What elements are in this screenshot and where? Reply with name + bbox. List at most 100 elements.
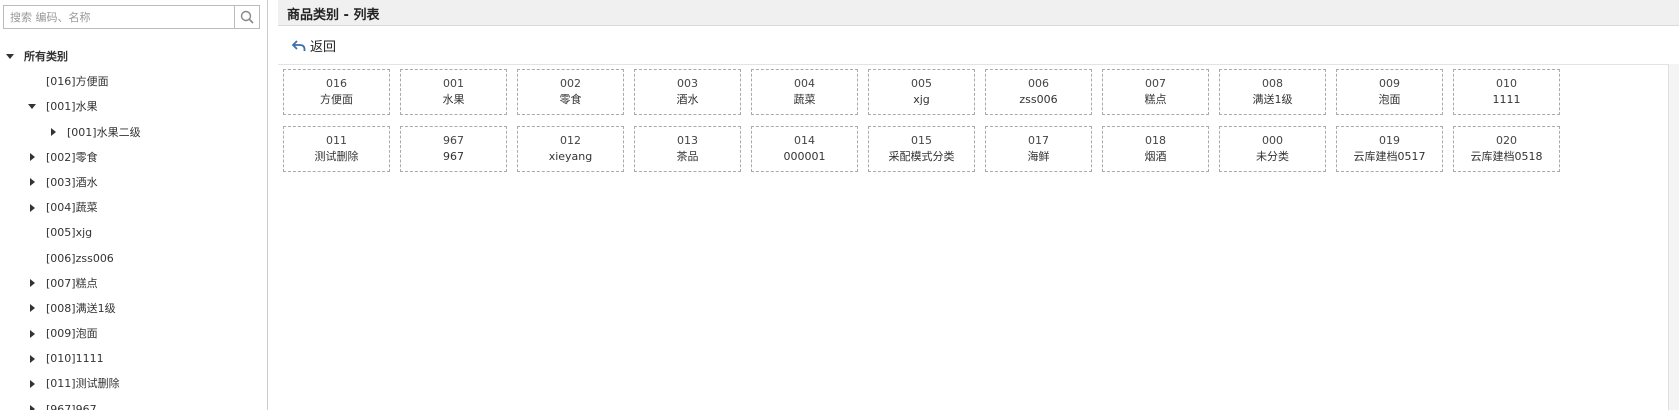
tree-item[interactable]: [011]测试删除 — [0, 371, 267, 396]
category-card[interactable]: 002 零食 — [517, 69, 624, 115]
category-code: 010 — [1496, 77, 1517, 90]
back-button[interactable]: 返回 — [292, 36, 336, 55]
tree-item-label: [010]1111 — [46, 352, 104, 366]
category-card[interactable]: 004 蔬菜 — [751, 69, 858, 115]
category-code: 009 — [1379, 77, 1400, 90]
category-card[interactable]: 001 水果 — [400, 69, 507, 115]
category-code: 014 — [794, 134, 815, 147]
category-name: 蔬菜 — [793, 93, 816, 106]
category-code: 007 — [1145, 77, 1166, 90]
tree-item[interactable]: [967]967 — [0, 397, 267, 410]
category-card[interactable]: 020 云库建档0518 — [1453, 126, 1560, 172]
category-code: 012 — [560, 134, 581, 147]
expand-toggle-icon[interactable] — [27, 296, 37, 321]
tree-item[interactable]: [003]酒水 — [0, 170, 267, 195]
expand-toggle-icon[interactable] — [27, 145, 37, 170]
page-title: 商品类别 - 列表 — [287, 8, 380, 23]
category-name: 零食 — [559, 93, 582, 106]
category-card[interactable]: 016 方便面 — [283, 69, 390, 115]
category-name: 云库建档0518 — [1470, 150, 1543, 163]
category-code: 005 — [911, 77, 932, 90]
category-name: zss006 — [1019, 93, 1058, 106]
category-name: xieyang — [548, 150, 593, 163]
tree-item[interactable]: [010]1111 — [0, 346, 267, 371]
tree-item-label: [003]酒水 — [46, 175, 98, 189]
expand-toggle-icon[interactable] — [48, 120, 58, 145]
tree-item[interactable]: [016]方便面 — [0, 69, 267, 94]
category-card[interactable]: 009 泡面 — [1336, 69, 1443, 115]
expand-toggle-icon[interactable] — [27, 346, 37, 371]
tree-item-label: [011]测试删除 — [46, 377, 120, 391]
category-card[interactable]: 018 烟酒 — [1102, 126, 1209, 172]
expand-toggle-icon[interactable] — [5, 44, 15, 69]
category-card[interactable]: 000 未分类 — [1219, 126, 1326, 172]
search-button[interactable] — [235, 5, 260, 29]
category-card[interactable]: 017 海鲜 — [985, 126, 1092, 172]
category-name: 方便面 — [320, 93, 353, 106]
tree-item-label: [006]zss006 — [46, 251, 114, 265]
tree-item[interactable]: [001]水果二级 — [0, 120, 267, 145]
category-card[interactable]: 005 xjg — [868, 69, 975, 115]
category-card[interactable]: 008 满送1级 — [1219, 69, 1326, 115]
category-name: xjg — [913, 93, 930, 106]
category-card[interactable]: 015 采配模式分类 — [868, 126, 975, 172]
category-name: 水果 — [442, 93, 465, 106]
tree-root[interactable]: 所有类别 — [0, 44, 267, 69]
category-name: 云库建档0517 — [1353, 150, 1426, 163]
tree-root-label: 所有类别 — [24, 50, 68, 63]
expand-toggle-icon[interactable] — [27, 170, 37, 195]
tree-item-label: [001]水果二级 — [67, 125, 141, 139]
tree-item[interactable]: [007]糕点 — [0, 271, 267, 296]
tree-item-label: [007]糕点 — [46, 276, 98, 290]
category-card[interactable]: 003 酒水 — [634, 69, 741, 115]
expand-toggle-icon[interactable] — [27, 195, 37, 220]
category-name: 采配模式分类 — [888, 150, 955, 163]
category-code: 003 — [677, 77, 698, 90]
title-bar: 商品类别 - 列表 — [278, 0, 1679, 26]
tree-item[interactable]: [002]零食 — [0, 145, 267, 170]
tree-item[interactable]: [004]蔬菜 — [0, 195, 267, 220]
category-card[interactable]: 010 1111 — [1453, 69, 1560, 115]
category-card[interactable]: 013 茶品 — [634, 126, 741, 172]
expand-toggle-icon[interactable] — [27, 271, 37, 296]
category-card[interactable]: 007 糕点 — [1102, 69, 1209, 115]
tree-item[interactable]: [008]满送1级 — [0, 296, 267, 321]
category-code: 013 — [677, 134, 698, 147]
category-card[interactable]: 967 967 — [400, 126, 507, 172]
vertical-scrollbar[interactable] — [1668, 64, 1679, 410]
search-bar — [3, 5, 260, 29]
category-card[interactable]: 011 测试删除 — [283, 126, 390, 172]
category-code: 000 — [1262, 134, 1283, 147]
category-card[interactable]: 006 zss006 — [985, 69, 1092, 115]
category-code: 018 — [1145, 134, 1166, 147]
category-name: 茶品 — [676, 150, 699, 163]
category-card[interactable]: 014 000001 — [751, 126, 858, 172]
tree-item[interactable]: [006]zss006 — [0, 246, 267, 271]
category-code: 006 — [1028, 77, 1049, 90]
tree-item[interactable]: [005]xjg — [0, 220, 267, 245]
category-code: 017 — [1028, 134, 1049, 147]
category-name: 未分类 — [1256, 150, 1289, 163]
category-card[interactable]: 019 云库建档0517 — [1336, 126, 1443, 172]
expand-toggle-icon[interactable] — [27, 371, 37, 396]
expand-toggle-icon[interactable] — [27, 397, 37, 410]
search-input[interactable] — [3, 5, 236, 29]
tree-item-label: [004]蔬菜 — [46, 201, 98, 215]
category-grid: 016 方便面 001 水果 002 零食 003 酒水 004 蔬菜 005 xjg 006 zss00… — [283, 69, 1560, 172]
category-code: 004 — [794, 77, 815, 90]
main-panel: 商品类别 - 列表 返回 016 方便面 001 水果 002 零食 003 酒水 004 蔬菜 0… — [278, 0, 1679, 410]
category-name: 糕点 — [1144, 93, 1167, 106]
category-card[interactable]: 012 xieyang — [517, 126, 624, 172]
tree-item[interactable]: [009]泡面 — [0, 321, 267, 346]
collapse-toggle-icon[interactable] — [27, 94, 37, 119]
category-code: 015 — [911, 134, 932, 147]
category-tree: 所有类别 [016]方便面 [001]水果 [001]水果二级 [002]零食 [003… — [0, 44, 267, 410]
tree-item-label: [008]满送1级 — [46, 301, 116, 315]
category-code: 011 — [326, 134, 347, 147]
category-name: 测试删除 — [314, 150, 359, 163]
category-name: 泡面 — [1378, 93, 1401, 106]
tree-item-label: [016]方便面 — [46, 75, 109, 89]
expand-toggle-icon[interactable] — [27, 321, 37, 346]
tree-item-label: [001]水果 — [46, 100, 98, 114]
tree-item[interactable]: [001]水果 — [0, 94, 267, 119]
